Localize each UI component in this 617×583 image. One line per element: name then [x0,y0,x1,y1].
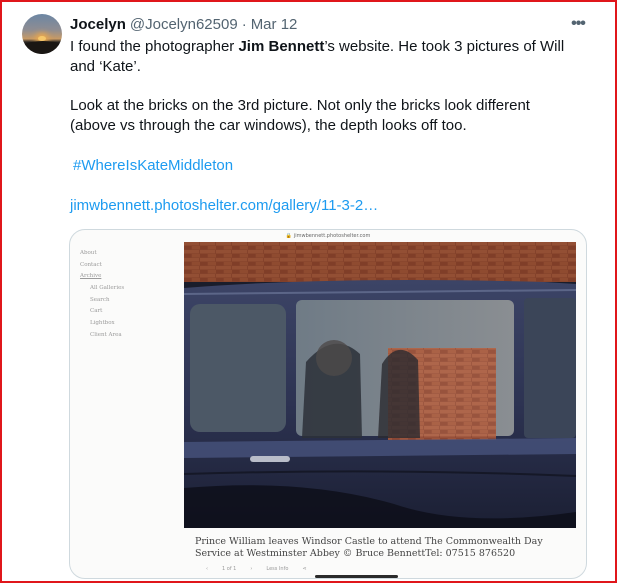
avatar[interactable] [22,14,62,54]
header-separator: · [241,15,247,33]
pager-count: 1 of 1 [222,566,237,572]
nav-item-about: About [80,250,97,256]
horizontal-scrollbar[interactable] [315,575,398,578]
url-link[interactable]: jimwbennett.photoshelter.com/gallery/11-… [70,196,378,216]
nav-item-search: Search [90,296,110,303]
pager-info-link: Less Info [266,566,289,572]
more-options-button[interactable]: ••• [567,14,589,34]
photographer-name: Jim Bennett [238,38,325,55]
nav-item-all-galleries: All Galleries [90,285,125,292]
site-sidebar-nav: About Contact Archive All Galleries Sear… [80,248,180,342]
tweet-header: Jocelyn @Jocelyn62509 · Mar 12 [70,14,297,34]
nav-item-archive: Archive [80,273,102,280]
image-card[interactable]: 🔒 jimwbennett.photoshelter.com About Con… [69,229,587,579]
car-window-photo [184,242,576,528]
site-url: jimwbennett.photoshelter.com [293,233,371,239]
author-handle[interactable]: @Jocelyn62509 [130,16,238,33]
next-arrow-icon: › [250,566,253,572]
text-segment: ’s website. He took 3 pictures of Will [324,38,565,55]
author-name[interactable]: Jocelyn [70,16,126,33]
nav-item-cart: Cart [90,308,103,315]
nav-item-contact: Contact [80,261,102,268]
lock-icon: 🔒 [285,233,292,239]
car-photo-illustration [184,242,576,528]
site-url-bar: 🔒 jimwbennett.photoshelter.com [70,230,586,242]
avatar-hill-shape [22,41,62,54]
tweet-text-line-1: I found the photographer Jim Bennett’s w… [70,37,564,57]
photo-caption: Prince William leaves Windsor Castle to … [195,536,543,559]
tweet-text-line-4: (above vs through the car windows), the … [70,117,467,134]
share-icon: ⋖ [302,566,307,572]
photo-pager: ‹ 1 of 1 › Less Info ⋖ [206,566,307,572]
more-horizontal-icon: ••• [571,15,586,32]
tweet-text-line-3: Look at the bricks on the 3rd picture. N… [70,97,530,114]
nav-item-lightbox: Lightbox [90,320,115,327]
nav-item-client-area: Client Area [90,331,122,338]
prev-arrow-icon: ‹ [206,566,208,572]
text-segment: I found the photographer [70,38,239,55]
hashtag-link[interactable]: #WhereIsKateMiddleton [73,156,233,176]
tweet-text-line-2: and ‘Kate’. [70,58,141,75]
tweet-date[interactable]: Mar 12 [251,16,298,33]
